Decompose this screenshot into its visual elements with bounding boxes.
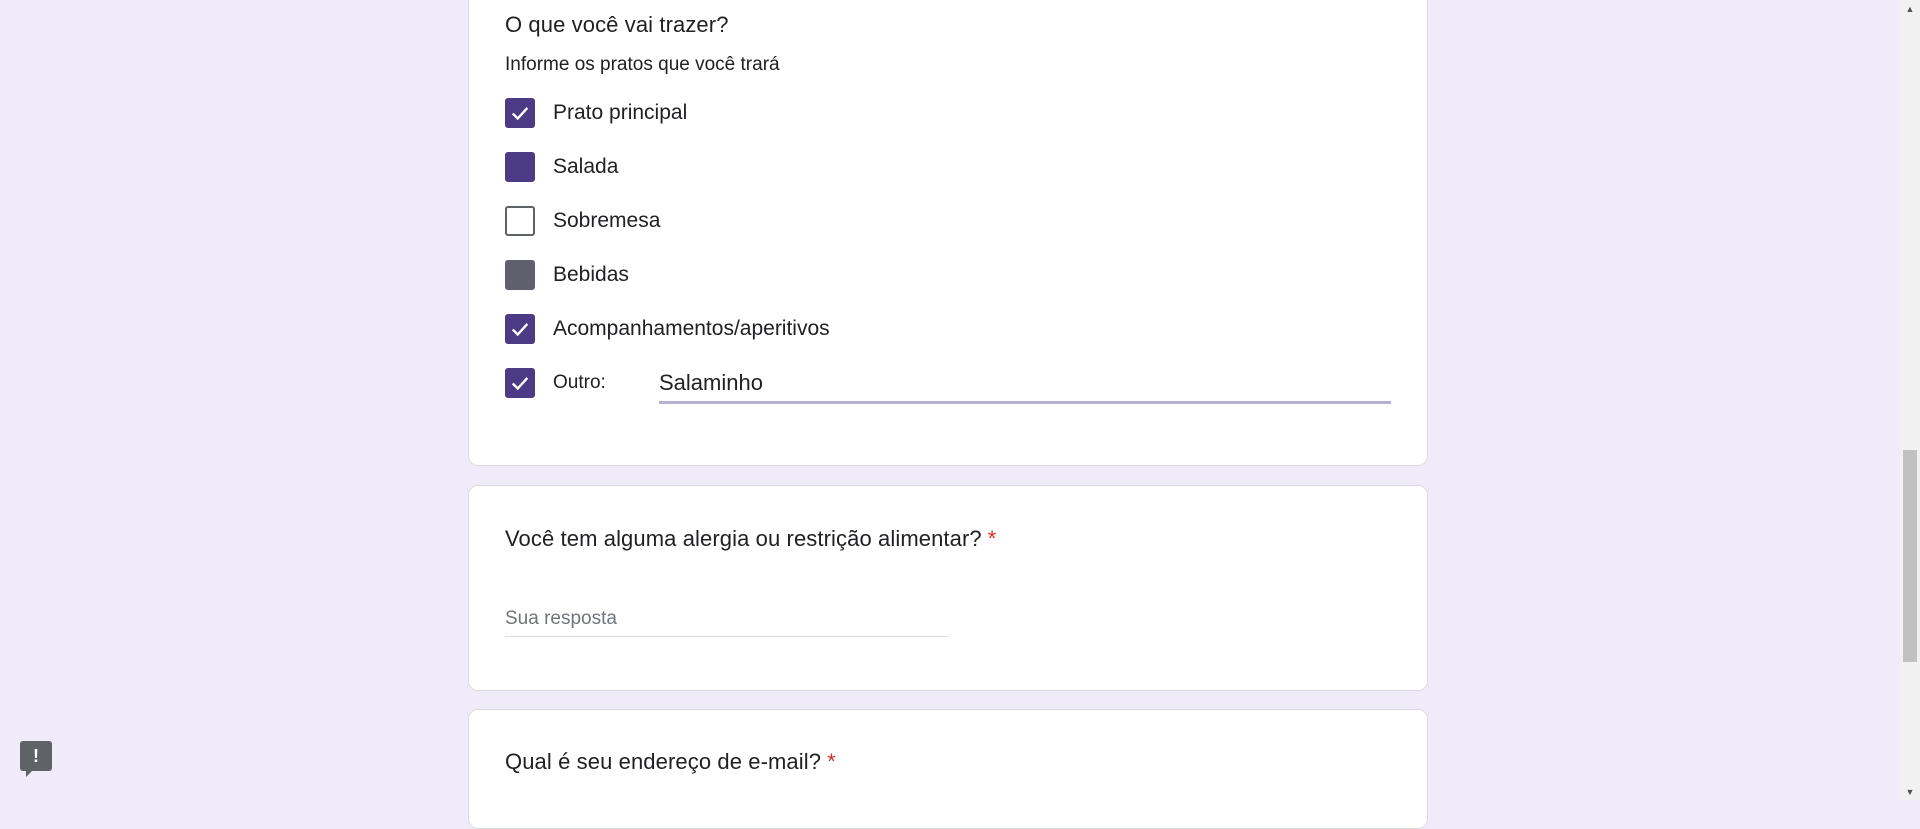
checkbox-option-salada[interactable]: Salada: [498, 145, 619, 189]
scroll-down-arrow-icon[interactable]: ▼: [1900, 783, 1920, 800]
form-page: O que você vai trazer? Informe os pratos…: [0, 0, 1900, 829]
vertical-scrollbar[interactable]: ▲ ▼: [1900, 0, 1920, 800]
question-card-allergy: Você tem alguma alergia ou restrição ali…: [468, 485, 1428, 691]
question-description: Informe os pratos que você trará: [505, 54, 780, 75]
question-card-email: Qual é seu endereço de e-mail? *: [468, 709, 1428, 829]
scroll-up-arrow-icon[interactable]: ▲: [1900, 0, 1920, 17]
checkbox-option-bebidas[interactable]: Bebidas: [505, 260, 629, 290]
option-label: Salada: [553, 155, 619, 178]
other-label: Outro:: [553, 372, 606, 393]
option-label: Prato principal: [553, 101, 688, 124]
checkbox-option-prato-principal[interactable]: Prato principal: [505, 98, 687, 128]
checkbox-icon[interactable]: [498, 145, 542, 189]
checkbox-icon[interactable]: [505, 260, 535, 290]
required-asterisk: *: [827, 749, 836, 774]
feedback-icon[interactable]: !: [20, 741, 52, 777]
checkbox-icon[interactable]: [505, 206, 535, 236]
checkbox-option-sobremesa[interactable]: Sobremesa: [505, 206, 660, 236]
required-asterisk: *: [987, 526, 997, 551]
question-title: O que você vai trazer?: [505, 12, 729, 37]
question-title: Qual é seu endereço de e-mail? *: [505, 749, 836, 775]
question-card-dishes: O que você vai trazer? Informe os pratos…: [468, 0, 1428, 466]
question-title-text: Qual é seu endereço de e-mail?: [505, 749, 822, 774]
scrollbar-thumb[interactable]: [1903, 450, 1917, 662]
checkbox-option-outro[interactable]: Outro:: [505, 368, 606, 398]
option-label: Bebidas: [553, 263, 629, 286]
answer-input[interactable]: [505, 601, 949, 637]
question-title-text: Você tem alguma alergia ou restrição ali…: [505, 526, 982, 551]
checkbox-checked-icon[interactable]: [505, 368, 535, 398]
question-title: Você tem alguma alergia ou restrição ali…: [505, 526, 996, 552]
other-text-input[interactable]: [659, 364, 1391, 404]
checkbox-checked-icon[interactable]: [505, 98, 535, 128]
option-label: Sobremesa: [553, 209, 661, 232]
checkbox-checked-icon[interactable]: [505, 314, 535, 344]
option-label: Acompanhamentos/aperitivos: [553, 317, 830, 340]
checkbox-option-acompanhamentos[interactable]: Acompanhamentos/aperitivos: [505, 314, 830, 344]
